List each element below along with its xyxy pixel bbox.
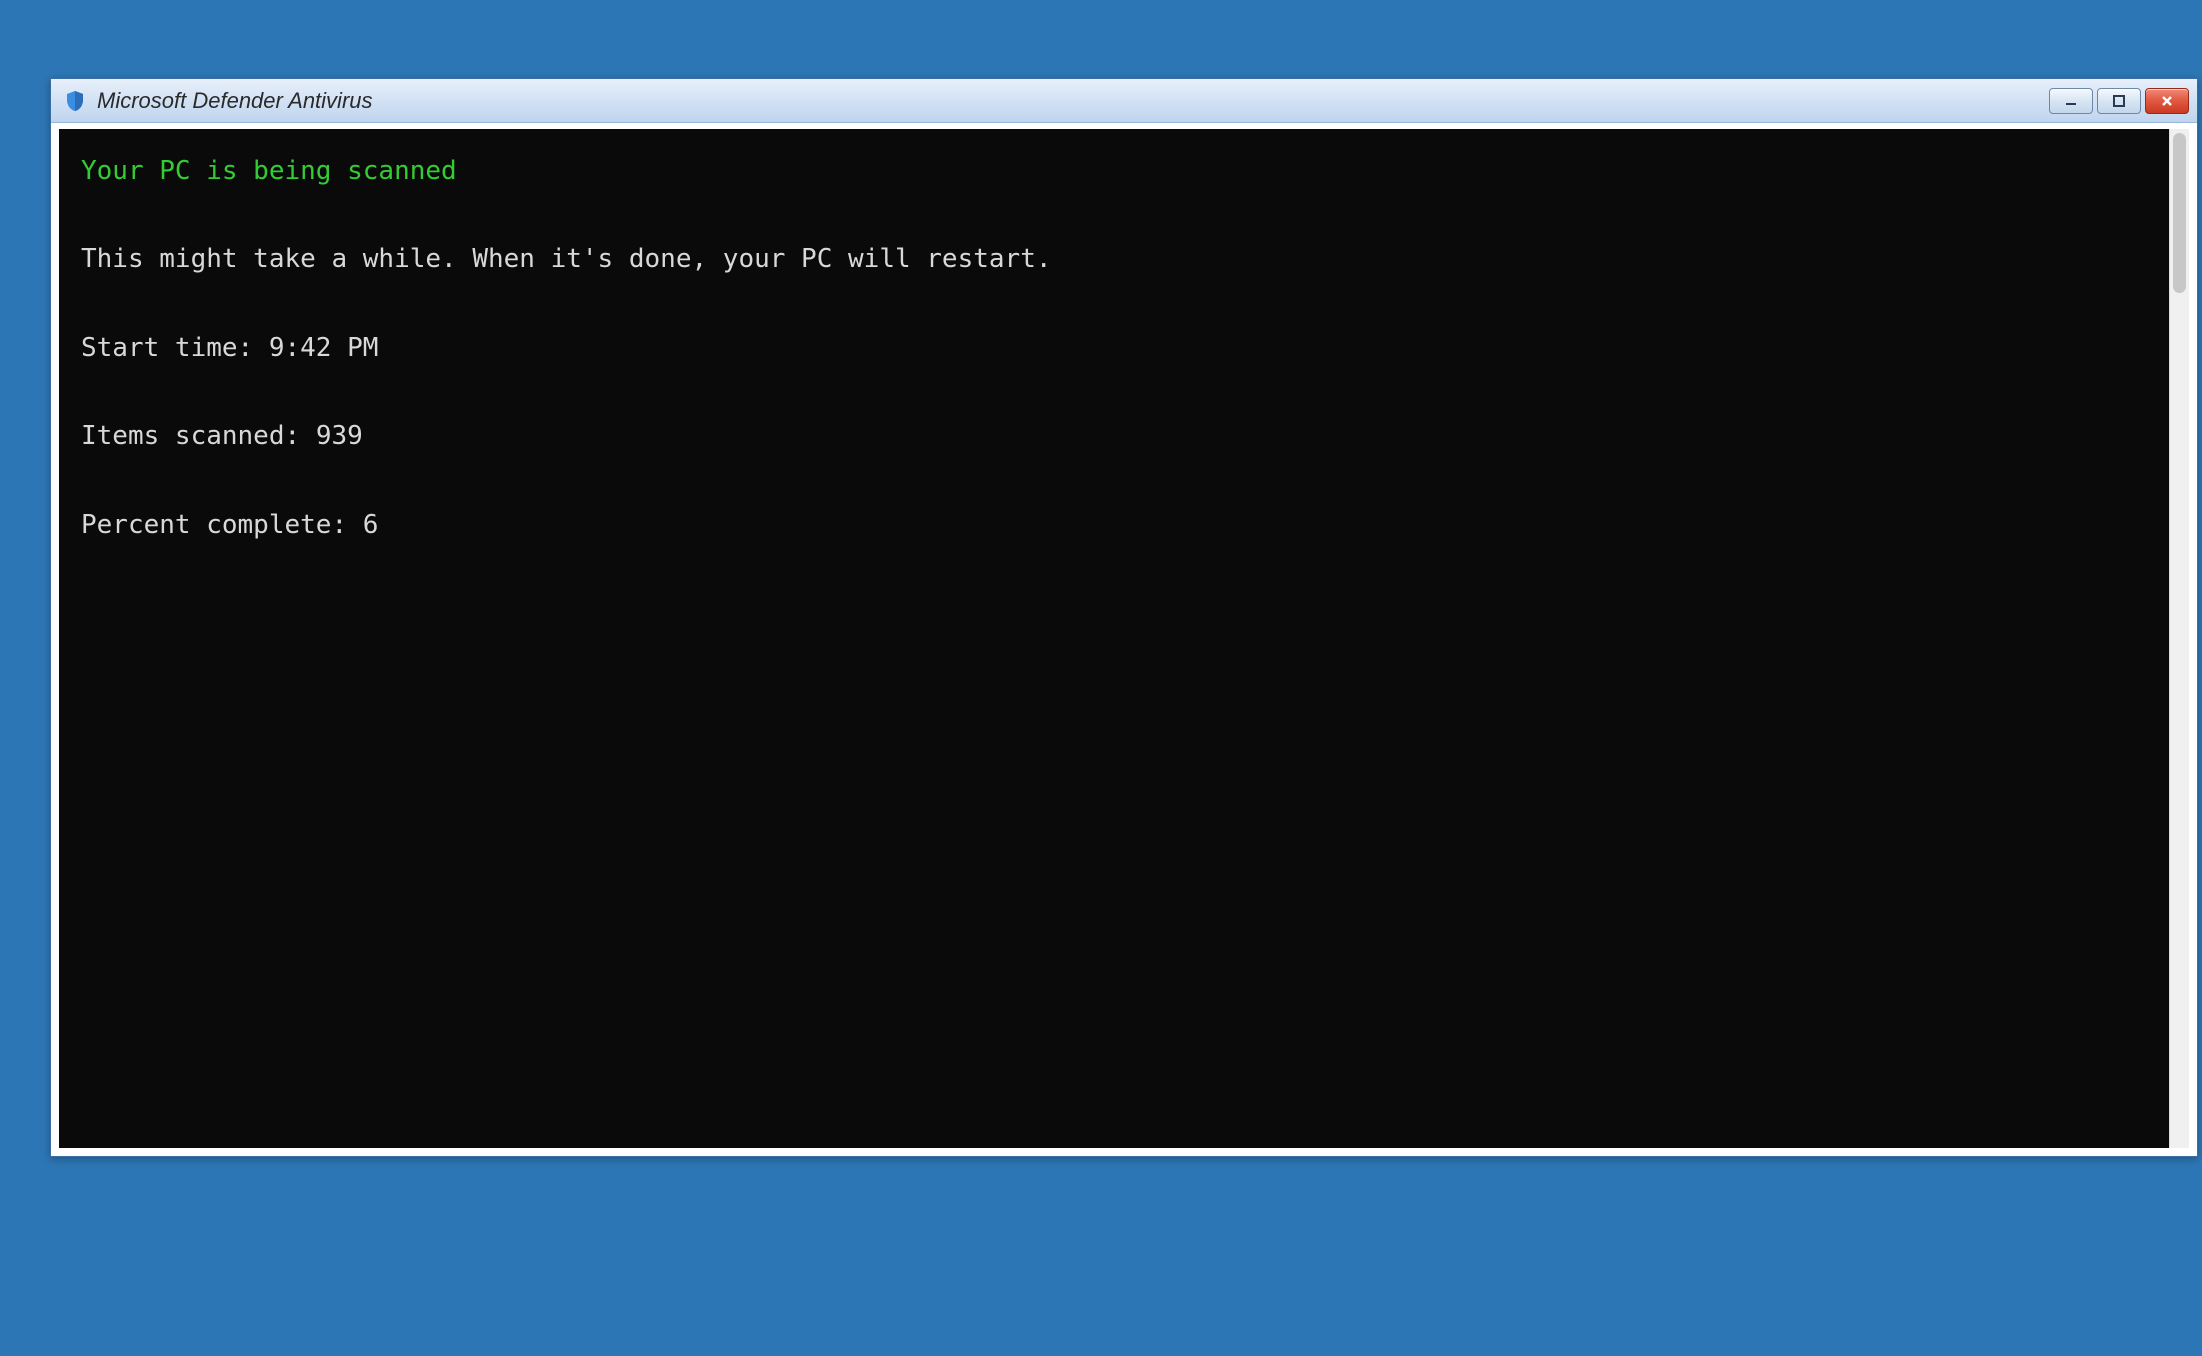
titlebar[interactable]: Microsoft Defender Antivirus <box>51 79 2197 123</box>
scrollbar-thumb[interactable] <box>2173 133 2186 293</box>
start-time-value: 9:42 PM <box>269 333 379 363</box>
maximize-button[interactable] <box>2097 88 2141 114</box>
console-output: Your PC is being scanned This might take… <box>59 129 2169 1148</box>
window-title: Microsoft Defender Antivirus <box>97 88 2049 114</box>
minimize-icon <box>2064 94 2078 108</box>
scan-heading: Your PC is being scanned <box>81 156 457 186</box>
close-button[interactable] <box>2145 88 2189 114</box>
window-content: Your PC is being scanned This might take… <box>51 123 2197 1156</box>
scan-message: This might take a while. When it's done,… <box>81 244 1052 274</box>
maximize-icon <box>2112 94 2126 108</box>
start-time-label: Start time: <box>81 333 253 363</box>
minimize-button[interactable] <box>2049 88 2093 114</box>
percent-complete-value: 6 <box>363 510 379 540</box>
percent-complete-label: Percent complete: <box>81 510 347 540</box>
window-controls <box>2049 88 2189 114</box>
close-icon <box>2160 94 2174 108</box>
shield-icon <box>63 89 87 113</box>
items-scanned-label: Items scanned: <box>81 421 300 451</box>
console-wrap: Your PC is being scanned This might take… <box>59 129 2189 1148</box>
scrollbar[interactable] <box>2169 129 2189 1148</box>
app-window: Microsoft Defender Antivirus You <box>50 78 2198 1157</box>
items-scanned-value: 939 <box>316 421 363 451</box>
